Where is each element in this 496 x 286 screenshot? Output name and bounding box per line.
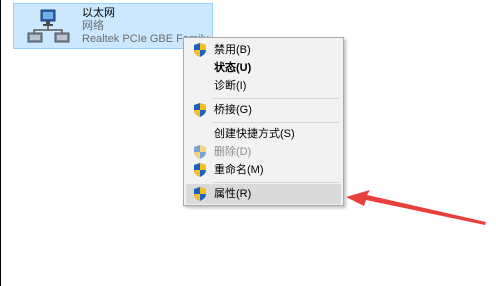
menu-item-label: 诊断(I) [214,80,247,92]
adapter-name: 以太网 [82,7,115,19]
menu-item-label: 删除(D) [214,146,252,158]
menu-item-bridge[interactable]: 桥接(G) [186,100,341,120]
uac-shield-icon [194,43,206,57]
adapter-status: 网络 [82,20,104,32]
context-menu: 禁用(B) 状态(U) 诊断(I) 桥接(G) 创建快捷方式(S) 删除(D) [183,37,344,206]
uac-shield-icon [194,145,206,159]
menu-item-properties[interactable]: 属性(R) [186,184,341,204]
menu-item-label: 重命名(M) [214,164,264,176]
window-left-border [0,0,1,286]
uac-shield-icon [194,103,206,117]
menu-item-rename[interactable]: 重命名(M) [186,160,341,180]
menu-item-status[interactable]: 状态(U) [186,58,341,78]
menu-item-diagnose[interactable]: 诊断(I) [186,76,341,96]
network-adapter-icon [27,9,70,43]
menu-item-delete: 删除(D) [186,142,341,162]
red-arrow-annotation [346,190,486,225]
uac-shield-icon [194,187,206,201]
menu-separator [212,122,339,123]
menu-item-create-shortcut[interactable]: 创建快捷方式(S) [186,124,341,144]
menu-item-label: 桥接(G) [214,104,252,116]
menu-separator [212,182,339,183]
menu-item-label: 状态(U) [214,62,252,74]
menu-item-label: 禁用(B) [214,44,251,56]
menu-item-label: 创建快捷方式(S) [214,128,295,140]
menu-item-label: 属性(R) [214,188,252,200]
menu-item-disable[interactable]: 禁用(B) [186,40,341,60]
menu-separator [212,98,339,99]
uac-shield-icon [194,163,206,177]
